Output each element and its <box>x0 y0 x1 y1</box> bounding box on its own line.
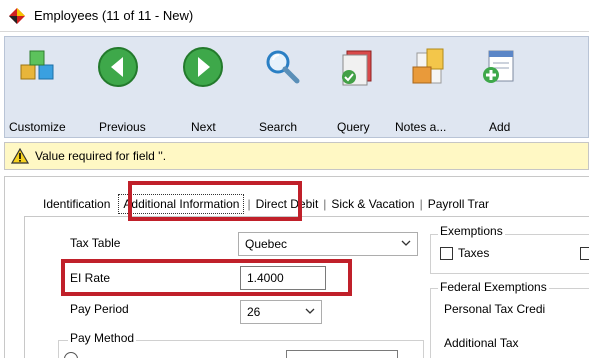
warning-icon <box>11 148 29 164</box>
add-button[interactable]: Add <box>465 37 535 137</box>
pay-period-select[interactable]: 26 <box>240 300 322 324</box>
validation-message-bar: Value required for field ''. <box>4 142 589 170</box>
highlight-additional-information-tab <box>128 181 302 221</box>
arrow-left-icon <box>96 45 140 89</box>
pay-method-input[interactable] <box>286 350 398 358</box>
title-bar: Employees (11 of 11 - New) <box>0 0 589 32</box>
notes-icon <box>407 45 451 89</box>
exemptions-group <box>430 234 589 274</box>
tax-table-value: Quebec <box>245 237 288 251</box>
query-icon <box>335 45 379 89</box>
tab-payroll-transactions[interactable]: Payroll Trar <box>423 197 494 211</box>
add-icon <box>477 45 521 89</box>
taxes-checkbox[interactable] <box>440 247 453 260</box>
customize-button[interactable]: Customize <box>5 37 69 137</box>
magnifier-icon <box>261 45 305 89</box>
window-title: Employees (11 of 11 - New) <box>34 8 194 23</box>
exemptions-title: Exemptions <box>438 224 505 238</box>
previous-button[interactable]: Previous <box>71 37 161 137</box>
cubes-icon <box>15 45 59 89</box>
pay-period-label: Pay Period <box>70 302 129 316</box>
toolbar: Customize Previous Next Search Query Not… <box>4 36 589 138</box>
chevron-down-icon <box>305 308 315 314</box>
highlight-ei-rate-field <box>61 259 352 296</box>
exemption-checkbox-2[interactable] <box>580 247 589 260</box>
taxes-label: Taxes <box>458 246 490 260</box>
pay-method-label: Pay Method <box>68 331 137 345</box>
diamond-app-icon <box>9 7 25 24</box>
pay-period-value: 26 <box>247 305 261 319</box>
tax-table-select[interactable]: Quebec <box>238 232 418 256</box>
tax-table-label: Tax Table <box>70 236 121 250</box>
additional-tax-label: Additional Tax <box>444 336 519 350</box>
tab-sick-vacation[interactable]: Sick & Vacation <box>326 197 419 211</box>
federal-exemptions-title: Federal Exemptions <box>438 280 549 294</box>
validation-message: Value required for field ''. <box>35 149 167 163</box>
query-button[interactable]: Query <box>321 37 391 137</box>
next-button[interactable]: Next <box>161 37 241 137</box>
notes-button[interactable]: Notes a... <box>391 37 465 137</box>
personal-tax-credit-label: Personal Tax Credi <box>444 302 546 316</box>
arrow-right-icon <box>181 45 225 89</box>
tab-identification[interactable]: Identification <box>38 197 115 211</box>
chevron-down-icon <box>401 240 411 246</box>
search-button[interactable]: Search <box>241 37 321 137</box>
